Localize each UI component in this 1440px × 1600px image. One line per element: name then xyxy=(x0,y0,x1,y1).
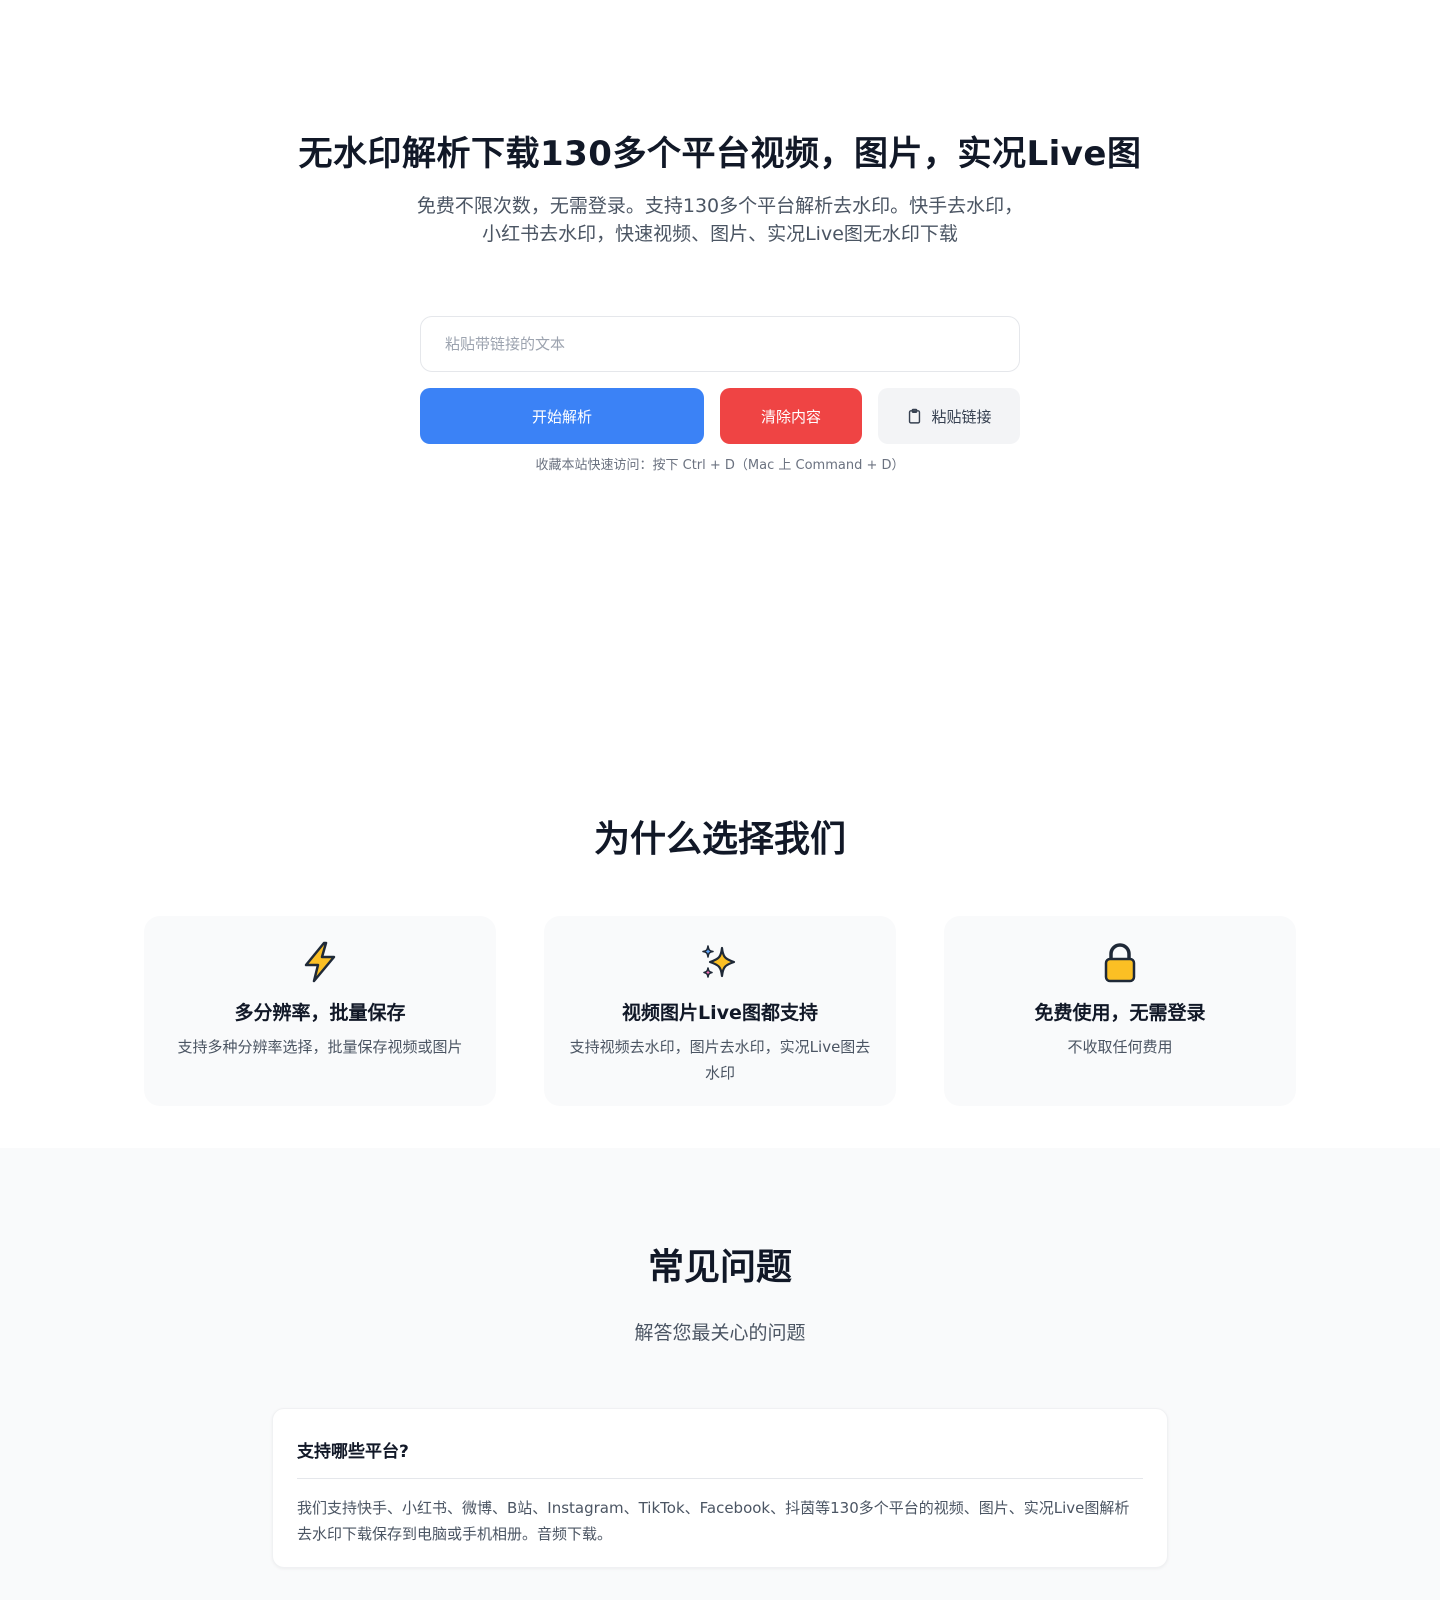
feature-card-title: 免费使用，无需登录 xyxy=(1034,1002,1206,1024)
bookmark-hint: 收藏本站快速访问：按下 Ctrl + D（Mac 上 Command + D） xyxy=(535,458,905,473)
sparkles-icon xyxy=(698,940,742,984)
clipboard-icon xyxy=(909,408,921,424)
faq-subtitle: 解答您最关心的问题 xyxy=(634,1322,806,1344)
feature-card-title: 视频图片Live图都支持 xyxy=(622,1002,818,1024)
faq-section: 常见问题 解答您最关心的问题 支持哪些平台? 我们支持快手、小红书、微博、B站、… xyxy=(0,1148,1440,1600)
page: 无水印解析下载130多个平台视频，图片，实况Live图 免费不限次数，无需登录。… xyxy=(0,0,1440,1600)
faq-title: 常见问题 xyxy=(647,1247,792,1288)
paste-link-label: 粘贴链接 xyxy=(931,407,992,426)
feature-card-desc: 不收取任何费用 xyxy=(1067,1038,1173,1056)
faq-answer: 我们支持快手、小红书、微博、B站、Instagram、TikTok、Facebo… xyxy=(297,1499,1130,1543)
lock-icon xyxy=(1098,940,1142,984)
feature-card-desc: 支持多种分辨率选择，批量保存视频或图片 xyxy=(177,1038,463,1056)
feature-card: 多分辨率，批量保存 支持多种分辨率选择，批量保存视频或图片 xyxy=(144,916,496,1106)
parse-button[interactable]: 开始解析 xyxy=(420,388,704,444)
feature-card-desc: 支持视频去水印，图片去水印，实况Live图去水印 xyxy=(569,1038,871,1082)
hero-section: 无水印解析下载130多个平台视频，图片，实况Live图 免费不限次数，无需登录。… xyxy=(0,0,1440,520)
lightning-icon xyxy=(298,940,342,984)
hero-title: 无水印解析下载130多个平台视频，图片，实况Live图 xyxy=(298,134,1142,174)
faq-divider xyxy=(297,1478,1143,1479)
why-us-title: 为什么选择我们 xyxy=(593,819,846,860)
link-input[interactable] xyxy=(420,316,1020,372)
feature-card: 视频图片Live图都支持 支持视频去水印，图片去水印，实况Live图去水印 xyxy=(544,916,896,1106)
clear-button[interactable]: 清除内容 xyxy=(720,388,862,444)
faq-question[interactable]: 支持哪些平台? xyxy=(297,1437,409,1462)
hero-subtitle: 免费不限次数，无需登录。支持130多个平台解析去水印。快手去水印，小红书去水印，… xyxy=(416,195,1024,245)
feature-card: 免费使用，无需登录 不收取任何费用 xyxy=(944,916,1296,1106)
paste-link-button[interactable]: 粘贴链接 xyxy=(878,388,1020,444)
feature-card-title: 多分辨率，批量保存 xyxy=(234,1002,406,1024)
faq-item[interactable]: 支持哪些平台? 我们支持快手、小红书、微博、B站、Instagram、TikTo… xyxy=(272,1408,1168,1568)
